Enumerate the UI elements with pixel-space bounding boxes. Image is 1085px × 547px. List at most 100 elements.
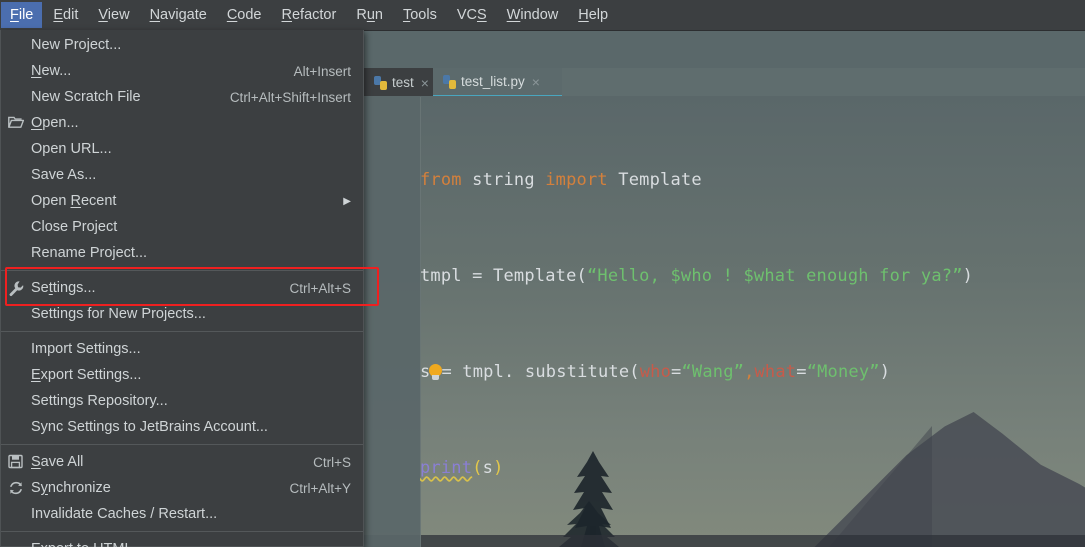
menu-item-label: Invalidate Caches / Restart... [31,506,218,522]
menu-item-label: Export Settings... [31,367,142,383]
menu-item-label: Close Project [31,219,118,235]
menubar-item-window[interactable]: Window [498,2,568,28]
intention-bulb-icon[interactable] [428,364,443,381]
menu-separator [1,531,363,532]
code-token: = [671,362,682,382]
menu-item-open-recent[interactable]: Open Recent ▶ [1,188,363,214]
menu-item-shortcut: Ctrl+Alt+Shift+Insert [229,89,351,105]
editor-tab-label: test_list.py [461,74,525,89]
menu-item-export-settings[interactable]: Export Settings... [1,362,363,388]
menu-item-label: New Scratch File [31,89,141,105]
menubar-label: Help [578,7,609,23]
code-token: ) [879,362,891,382]
menubar-item-run[interactable]: Run [347,2,392,28]
menu-item-label: Settings... [31,280,96,296]
code-token: = tmpl. substitute( [441,362,640,382]
code-token: from [420,170,462,190]
close-icon[interactable]: × [421,76,429,90]
code-token: string [461,170,546,190]
menu-item-synchronize[interactable]: Synchronize Ctrl+Alt+Y [1,475,363,501]
editor-code[interactable]: from string import Template tmpl = Templ… [420,100,1085,547]
menu-separator [1,331,363,332]
menu-item-label: New Project... [31,37,122,53]
menu-item-shortcut: Alt+Insert [293,63,351,79]
code-token: import [545,170,608,190]
python-file-icon [443,74,456,89]
ide-toolbar-inner [365,31,1085,68]
menubar-item-help[interactable]: Help [569,2,617,28]
menu-item-label: Open Recent [31,193,117,209]
editor-tab-test-list-py[interactable]: test_list.py × [433,68,562,97]
menu-item-label: New... [31,63,72,79]
python-file-icon [374,75,387,90]
menu-item-label: Rename Project... [31,245,148,261]
menu-item-open[interactable]: Open... [1,110,363,136]
menu-item-label: Settings Repository... [31,393,168,409]
menubar-item-file[interactable]: File [1,2,43,28]
menu-item-shortcut: Ctrl+S [313,454,351,470]
menu-item-new-project[interactable]: New Project... [1,32,363,58]
code-token: Template [607,170,702,190]
menubar-item-refactor[interactable]: Refactor [273,2,346,28]
close-icon[interactable]: × [532,75,540,89]
menubar-item-view[interactable]: View [89,2,138,28]
menu-item-label: Synchronize [31,480,111,496]
menu-item-new-scratch-file[interactable]: New Scratch File Ctrl+Alt+Shift+Insert [1,84,363,110]
code-token: who [639,362,672,382]
menu-item-shortcut: Ctrl+Alt+S [289,280,351,296]
menu-item-settings-repository[interactable]: Settings Repository... [1,388,363,414]
code-token: ( [472,458,483,478]
menubar-item-tools[interactable]: Tools [394,2,446,28]
menu-item-export-to-html[interactable]: Export to HTML... [1,536,363,547]
code-token: ) [962,266,974,286]
menu-item-label: Sync Settings to JetBrains Account... [31,419,268,435]
menu-item-save-as[interactable]: Save As... [1,162,363,188]
editor-tab-strip: test × test_list.py × [364,68,1085,97]
menu-item-sync-settings-to-jetbrains-account[interactable]: Sync Settings to JetBrains Account... [1,414,363,440]
code-token: = [796,362,807,382]
menu-item-invalidate-caches-restart[interactable]: Invalidate Caches / Restart... [1,501,363,527]
menu-item-import-settings[interactable]: Import Settings... [1,336,363,362]
menubar-item-vcs[interactable]: VCS [448,2,496,28]
code-token: s [482,458,494,478]
menu-item-shortcut: Ctrl+Alt+Y [289,480,351,496]
save-icon [8,454,24,470]
menubar-label: File [10,7,34,23]
code-line: print(s) [420,452,1085,484]
code-token: what [754,362,797,382]
menubar-item-navigate[interactable]: Navigate [141,2,216,28]
code-line: tmpl = Template(“Hello, $who ! $what eno… [420,260,1085,292]
menubar-label: VCS [456,7,487,23]
menubar-label: Edit [53,7,79,23]
menu-item-rename-project[interactable]: Rename Project... [1,240,363,266]
menu-item-save-all[interactable]: Save All Ctrl+S [1,449,363,475]
sync-icon [8,480,24,496]
code-token: “Wang” [681,362,745,382]
menubar-label: Window [506,7,559,23]
code-token: ) [493,458,504,478]
pycharm-window: test × test_list.py × from string import… [0,0,1085,547]
code-token: “Money” [806,362,880,382]
editor-gutter[interactable] [364,97,421,547]
menubar-item-code[interactable]: Code [218,2,271,28]
ide-toolbar [364,30,1085,69]
chevron-right-icon: ▶ [343,195,351,207]
menu-item-settings-for-new-projects[interactable]: Settings for New Projects... [1,301,363,327]
menu-item-settings[interactable]: Settings... Ctrl+Alt+S [1,275,363,301]
wrench-icon [8,280,24,297]
folder-icon [8,115,25,131]
menu-item-close-project[interactable]: Close Project [1,214,363,240]
menu-item-new[interactable]: New... Alt+Insert [1,58,363,84]
menubar-label: Refactor [281,7,337,23]
menubar-label: Run [356,7,383,23]
editor-tab-test[interactable]: test × [364,68,433,97]
code-line: s = tmpl. substitute(who=“Wang”,what=“Mon… [420,356,1085,388]
menubar-item-edit[interactable]: Edit [44,2,87,28]
menubar: File Edit View Navigate Code Refactor Ru… [0,0,1085,31]
code-line: from string import Template [420,164,1085,196]
menubar-label: Code [226,7,262,23]
menu-item-open-url[interactable]: Open URL... [1,136,363,162]
file-dropdown-menu[interactable]: New Project... New... Alt+Insert New Scratc… [0,30,364,547]
menu-item-label: Save All [31,454,84,470]
menubar-label: View [98,7,130,23]
